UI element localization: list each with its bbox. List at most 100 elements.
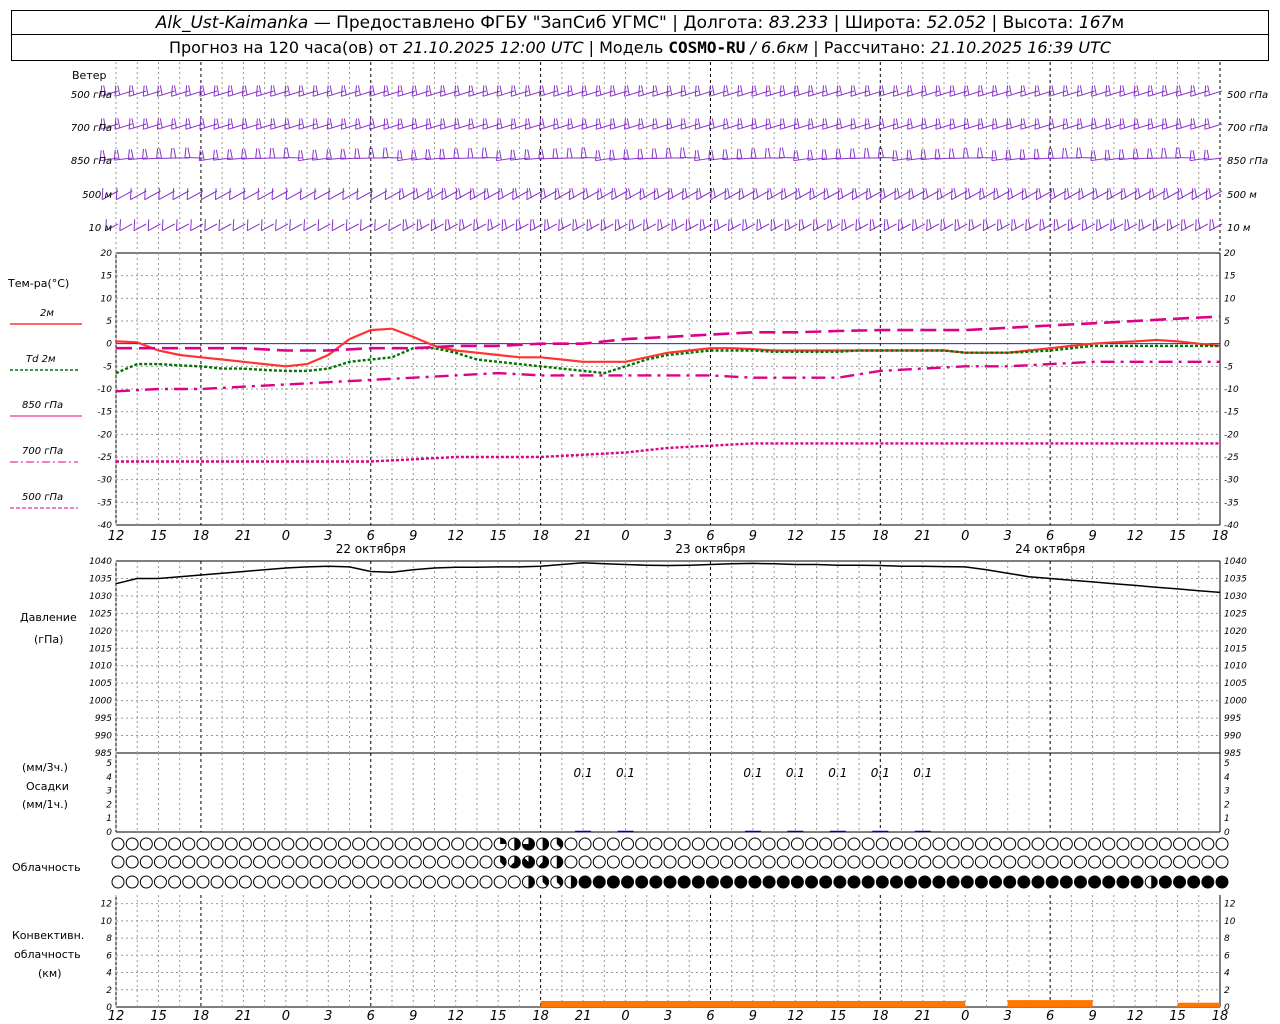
wind-barb bbox=[172, 188, 175, 200]
cloud-cover-icon bbox=[677, 855, 691, 869]
wind-barb bbox=[1141, 219, 1145, 230]
wind-barb bbox=[756, 219, 758, 231]
wind-barb bbox=[682, 190, 699, 201]
cloud-cover-icon bbox=[1003, 837, 1017, 851]
wind-barb bbox=[458, 188, 462, 199]
wind-barb bbox=[680, 156, 699, 159]
x-tick-label: 18 bbox=[193, 1009, 210, 1024]
wind-barb bbox=[928, 219, 932, 230]
wind-barb bbox=[653, 188, 656, 200]
precip-tick-label: 2 bbox=[1224, 800, 1230, 810]
wind-barb bbox=[1056, 219, 1060, 230]
cloud-cover-icon bbox=[422, 855, 436, 869]
cloud-cover-icon bbox=[1144, 855, 1158, 869]
wind-barb bbox=[340, 148, 343, 160]
x-tick-label: 18 bbox=[872, 1009, 889, 1024]
wind-barb bbox=[962, 147, 965, 159]
cloud-cover-icon bbox=[153, 875, 167, 889]
wind-barb bbox=[1023, 118, 1027, 129]
cloud-cover-icon bbox=[238, 855, 252, 869]
x-tick-label: 18 bbox=[1212, 1009, 1229, 1024]
wind-barb bbox=[346, 223, 359, 232]
wind-barb bbox=[117, 85, 121, 96]
cloud-cover-icon bbox=[1131, 876, 1144, 888]
cloud-cover-icon bbox=[790, 837, 804, 851]
wind-barb bbox=[482, 85, 485, 97]
wind-barb bbox=[301, 118, 305, 129]
precip-tick-label: 4 bbox=[1224, 773, 1230, 783]
wind-barb bbox=[1150, 85, 1154, 96]
pressure-tick-label: 1005 bbox=[89, 679, 112, 689]
wind-barb bbox=[241, 85, 244, 97]
date-label: 24 октября bbox=[1015, 542, 1085, 556]
wind-barb bbox=[312, 85, 315, 97]
wind-barb bbox=[1119, 118, 1122, 130]
wind-barb bbox=[457, 85, 461, 96]
temp-tick-label: -30 bbox=[97, 476, 112, 486]
wind-barb bbox=[128, 85, 131, 97]
wind-barb bbox=[938, 118, 942, 129]
cloud-cover-icon bbox=[408, 855, 422, 869]
wind-barb bbox=[1050, 190, 1067, 201]
cloud-cover-icon bbox=[748, 837, 762, 851]
wind-barb bbox=[202, 118, 206, 129]
cloud-cover-icon bbox=[1060, 876, 1073, 888]
wind-barb bbox=[162, 223, 175, 232]
meteogram: 0.1 0.1 0.1 0.1 0.1 0.1 0.1 20 2015 1510 105 50 0-5… bbox=[7, 62, 1268, 1024]
wind-barb bbox=[400, 118, 404, 129]
cloud-cover-icon bbox=[578, 837, 592, 851]
wind-barb bbox=[1013, 219, 1017, 230]
wind-barb bbox=[141, 148, 144, 160]
wind-barb bbox=[795, 188, 797, 200]
wind-barb bbox=[368, 147, 371, 159]
wind-barb bbox=[950, 188, 953, 200]
wind-barb bbox=[1137, 188, 1141, 199]
wind-barb bbox=[430, 219, 433, 231]
cloud-cover-icon bbox=[974, 855, 988, 869]
cloud-cover-icon bbox=[514, 838, 521, 850]
wind-barb bbox=[1009, 85, 1013, 96]
wind-barb bbox=[1095, 219, 1098, 231]
wind-barb bbox=[271, 188, 274, 200]
wind-barb bbox=[682, 147, 686, 158]
cloud-cover-icon bbox=[875, 855, 889, 869]
wind-barb bbox=[839, 85, 843, 96]
cloud-cover-icon bbox=[352, 837, 366, 851]
cloud-cover-icon bbox=[1045, 837, 1059, 851]
wind-barb bbox=[882, 188, 886, 199]
wind-barb bbox=[469, 188, 472, 200]
wind-barb bbox=[640, 148, 644, 159]
cloud-cover-icon bbox=[720, 876, 733, 888]
cloud-cover-icon bbox=[309, 855, 323, 869]
wind-barb bbox=[822, 118, 825, 130]
wind-barb bbox=[1093, 85, 1097, 96]
wind-barb bbox=[1169, 219, 1173, 230]
wind-barb bbox=[668, 147, 672, 159]
wind-barb bbox=[201, 150, 205, 161]
wind-barb bbox=[886, 219, 890, 230]
cloud-cover-icon bbox=[1046, 876, 1059, 888]
wind-barb bbox=[185, 85, 188, 97]
wind-barb bbox=[439, 148, 442, 160]
wind-barb bbox=[185, 118, 188, 130]
cloud-cover-icon bbox=[763, 876, 776, 888]
wind-barb bbox=[1151, 188, 1155, 199]
cloud-cover-icon bbox=[451, 875, 465, 889]
cloud-cover-icon bbox=[1116, 876, 1129, 888]
wind-barb bbox=[655, 85, 659, 96]
cloud-cover-icon bbox=[875, 837, 889, 851]
wind-barb bbox=[115, 188, 118, 200]
cloud-cover-icon bbox=[635, 837, 649, 851]
wind-barb bbox=[184, 156, 203, 159]
cloud-cover-icon bbox=[946, 837, 960, 851]
temp-tick-label: 10 bbox=[1224, 294, 1236, 304]
conv-unit: (км) bbox=[38, 967, 62, 980]
precip-value-label: 0.1 bbox=[616, 766, 635, 780]
wind-barb bbox=[867, 118, 871, 129]
wind-barb bbox=[795, 190, 812, 201]
wind-barb bbox=[1081, 219, 1084, 231]
wind-barb bbox=[328, 188, 330, 200]
wind-barb bbox=[285, 188, 288, 200]
cloud-cover-icon bbox=[1032, 876, 1044, 888]
cloud-cover-icon bbox=[479, 875, 493, 889]
